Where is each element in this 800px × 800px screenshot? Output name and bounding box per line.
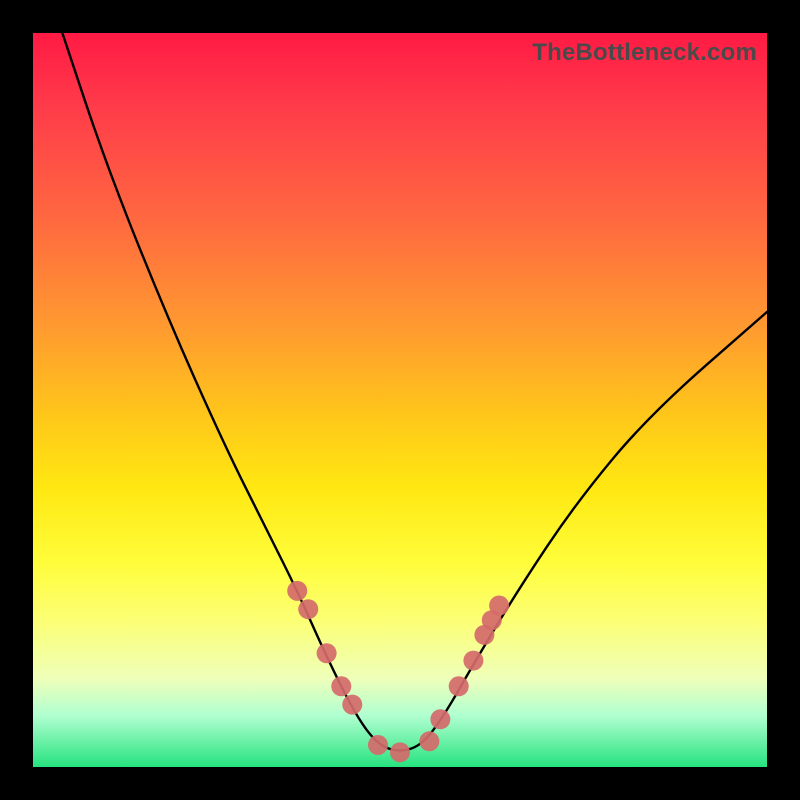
scatter-dot bbox=[463, 651, 483, 671]
scatter-dot bbox=[317, 643, 337, 663]
chart-frame: TheBottleneck.com bbox=[0, 0, 800, 800]
scatter-dot bbox=[331, 676, 351, 696]
scatter-dot bbox=[419, 731, 439, 751]
scatter-dot bbox=[449, 676, 469, 696]
scatter-dot bbox=[390, 742, 410, 762]
plot-area: TheBottleneck.com bbox=[33, 33, 767, 767]
scatter-dot bbox=[342, 695, 362, 715]
scatter-dot bbox=[368, 735, 388, 755]
scatter-dot bbox=[298, 599, 318, 619]
scatter-dots bbox=[287, 581, 509, 762]
curve-overlay bbox=[33, 33, 767, 767]
scatter-dot bbox=[489, 596, 509, 616]
scatter-dot bbox=[430, 709, 450, 729]
scatter-dot bbox=[287, 581, 307, 601]
bottleneck-curve bbox=[62, 33, 767, 750]
